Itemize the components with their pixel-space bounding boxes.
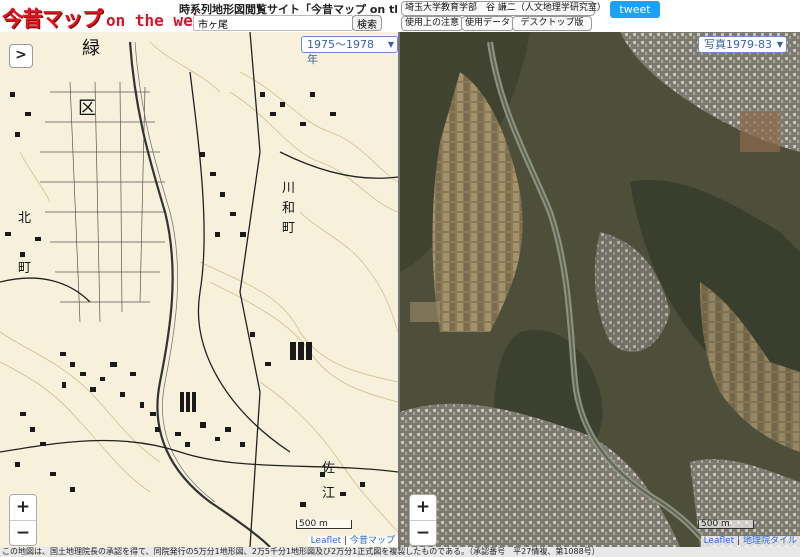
chevron-down-icon: ▼ (776, 40, 783, 49)
map-label: 町 (18, 261, 31, 276)
site-logo[interactable]: 今昔マップ on the web (2, 3, 202, 31)
leaflet-link[interactable]: Leaflet (704, 536, 735, 546)
zoom-out-button[interactable]: − (410, 521, 436, 546)
map-label: 川 (282, 181, 295, 196)
topographic-map-canvas: 緑 区 川 和 町 北 町 佐 江 (0, 32, 398, 547)
map-label: 区 (78, 98, 96, 119)
era-select-left[interactable]: 1975〜1978年 ▼ (301, 36, 398, 66)
desktop-version-button[interactable]: デスクトップ版 (512, 16, 592, 31)
scale-bar: 500 m (698, 520, 754, 529)
attribution-source-link[interactable]: 地理院タイル (743, 536, 797, 546)
era-select-right[interactable]: 写真1979-83 ▼ (698, 36, 787, 53)
aerial-photo-map[interactable]: 写真1979-83 ▼ + − 500 m Leaflet | 地理院タイル (400, 32, 800, 547)
panel-expand-button[interactable]: > (9, 44, 33, 68)
author-link-button[interactable]: 埼玉大学教育学部 谷 謙二（人文地理学研究室） (401, 1, 606, 16)
search-button[interactable]: 検索 (352, 15, 382, 31)
leaflet-link[interactable]: Leaflet (311, 536, 342, 546)
copyright-footer: この地図は、国土地理院長の承認を得て、同院発行の5万分1地形図、2万5千分1地形… (0, 547, 800, 557)
map-label: 江 (322, 486, 335, 501)
map-label: 北 (18, 211, 31, 226)
map-label: 緑 (82, 38, 100, 59)
attribution-source-link[interactable]: 今昔マップ (350, 536, 395, 546)
zoom-control-left: + − (9, 494, 37, 546)
old-topographic-map[interactable]: 緑 区 川 和 町 北 町 佐 江 > 1975〜1978年 ▼ + − 500… (0, 32, 398, 547)
zoom-out-button[interactable]: − (10, 521, 36, 546)
map-label: 佐 (322, 461, 335, 476)
logo-text-jp: 今昔マップ (2, 7, 103, 31)
era-select-value: 写真1979-83 (704, 38, 772, 51)
zoom-in-button[interactable]: + (410, 495, 436, 521)
tweet-button[interactable]: tweet (610, 1, 660, 18)
map-label: 和 (282, 201, 295, 216)
map-attribution: Leaflet | 地理院タイル (700, 536, 800, 547)
chevron-down-icon: ▼ (387, 40, 394, 49)
search-input[interactable] (193, 15, 353, 31)
attribution-separator: | (341, 536, 350, 546)
header: 今昔マップon the web 時系列地形図閲覧サイト「今昔マップ on the… (0, 0, 800, 32)
map-attribution: Leaflet | 今昔マップ (307, 536, 398, 547)
zoom-control-right: + − (409, 494, 437, 546)
scale-bar: 500 m (296, 520, 352, 529)
aerial-photo-canvas (400, 32, 800, 547)
zoom-in-button[interactable]: + (10, 495, 36, 521)
usage-notes-button[interactable]: 使用上の注意 (401, 16, 464, 31)
data-source-button[interactable]: 使用データ (461, 16, 515, 31)
map-label: 町 (282, 221, 295, 236)
attribution-separator: | (734, 536, 743, 546)
